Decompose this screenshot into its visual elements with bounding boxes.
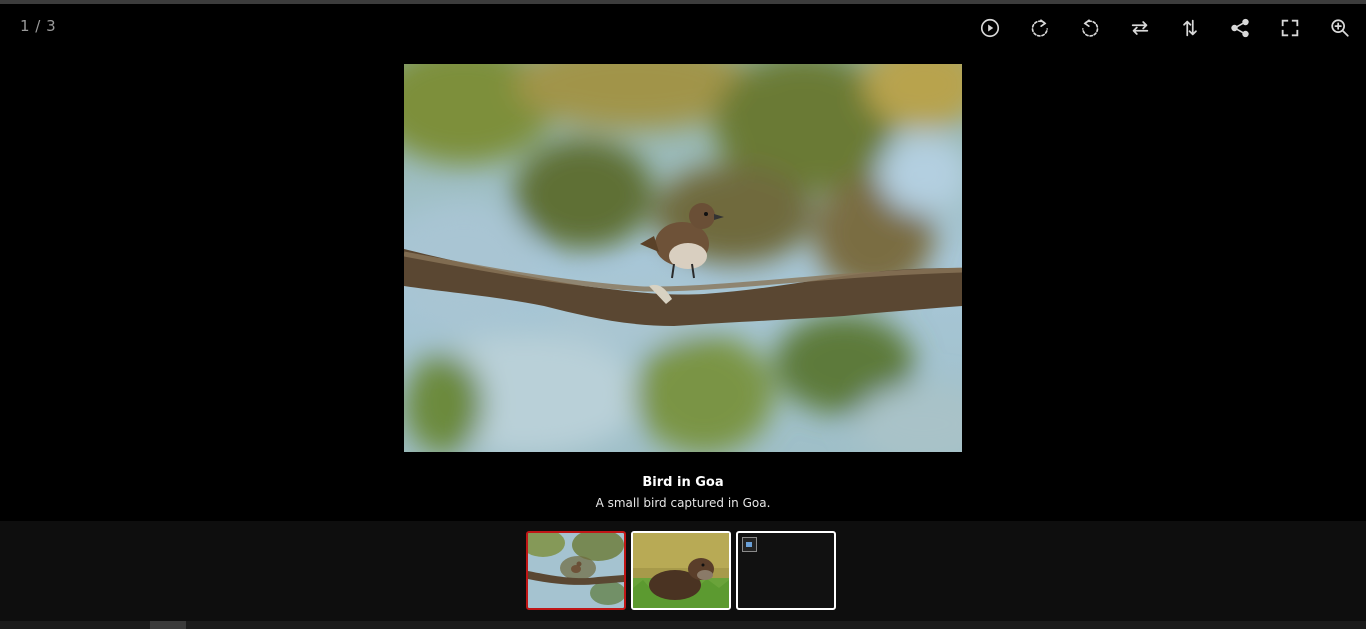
- main-image[interactable]: [404, 64, 962, 452]
- image-title: Bird in Goa: [642, 475, 724, 490]
- zoom-in-button[interactable]: [1325, 13, 1355, 43]
- bird-photo: [404, 64, 962, 452]
- flip-horizontal-icon: [1131, 21, 1149, 35]
- thumbnail-strip: [0, 521, 1366, 621]
- flip-horizontal-button[interactable]: [1125, 13, 1155, 43]
- zoom-in-icon: [1331, 19, 1349, 37]
- flip-vertical-icon: [1183, 19, 1197, 37]
- flip-vertical-button[interactable]: [1175, 13, 1205, 43]
- image-description: A small bird captured in Goa.: [595, 496, 771, 510]
- thumbnail-2[interactable]: [631, 531, 731, 610]
- rotate-right-button[interactable]: [1025, 13, 1055, 43]
- rotate-right-icon: [1031, 19, 1048, 37]
- fullscreen-icon: [1281, 19, 1299, 37]
- otter-thumbnail: [633, 533, 729, 608]
- share-icon: [1231, 18, 1249, 38]
- play-button[interactable]: [975, 13, 1005, 43]
- viewer-toolbar: [975, 13, 1366, 43]
- image-counter: 1 / 3: [20, 17, 57, 35]
- rotate-left-button[interactable]: [1075, 13, 1105, 43]
- rotate-left-icon: [1082, 19, 1099, 37]
- window-top-border: [0, 0, 1366, 4]
- play-icon: [980, 18, 1000, 38]
- fullscreen-button[interactable]: [1275, 13, 1305, 43]
- broken-image-icon: [742, 537, 757, 552]
- share-button[interactable]: [1225, 13, 1255, 43]
- thumbnail-3[interactable]: [736, 531, 836, 610]
- taskbar-highlight: [150, 621, 186, 629]
- os-taskbar-edge: [0, 621, 1366, 629]
- bird-thumbnail: [528, 533, 624, 608]
- thumbnail-1[interactable]: [526, 531, 626, 610]
